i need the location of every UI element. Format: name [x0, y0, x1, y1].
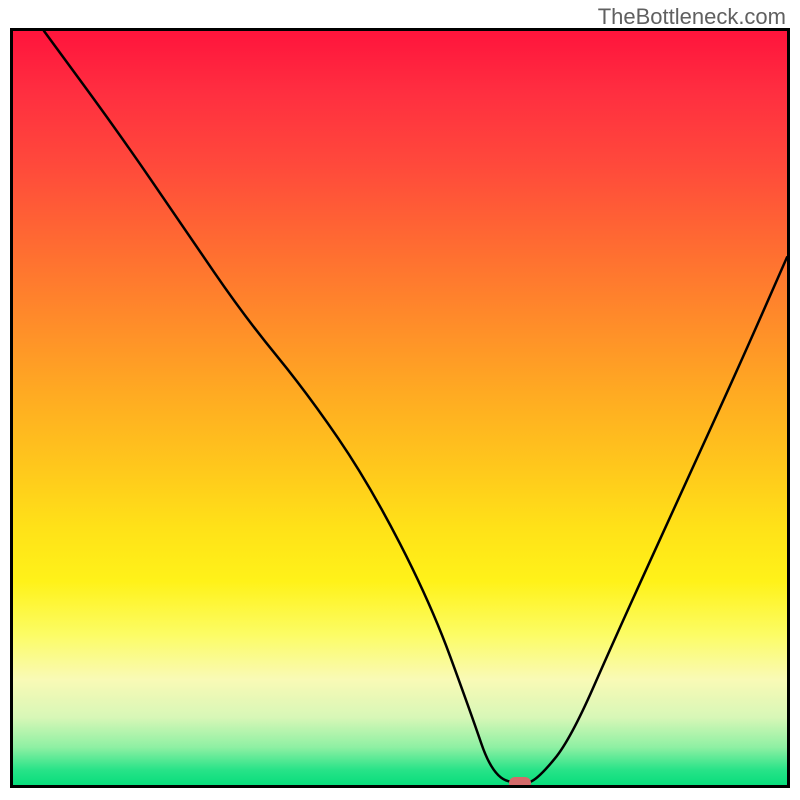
bottleneck-curve [13, 31, 787, 785]
watermark-label: TheBottleneck.com [598, 4, 786, 30]
bottleneck-marker [509, 777, 531, 788]
chart-frame [10, 28, 790, 788]
